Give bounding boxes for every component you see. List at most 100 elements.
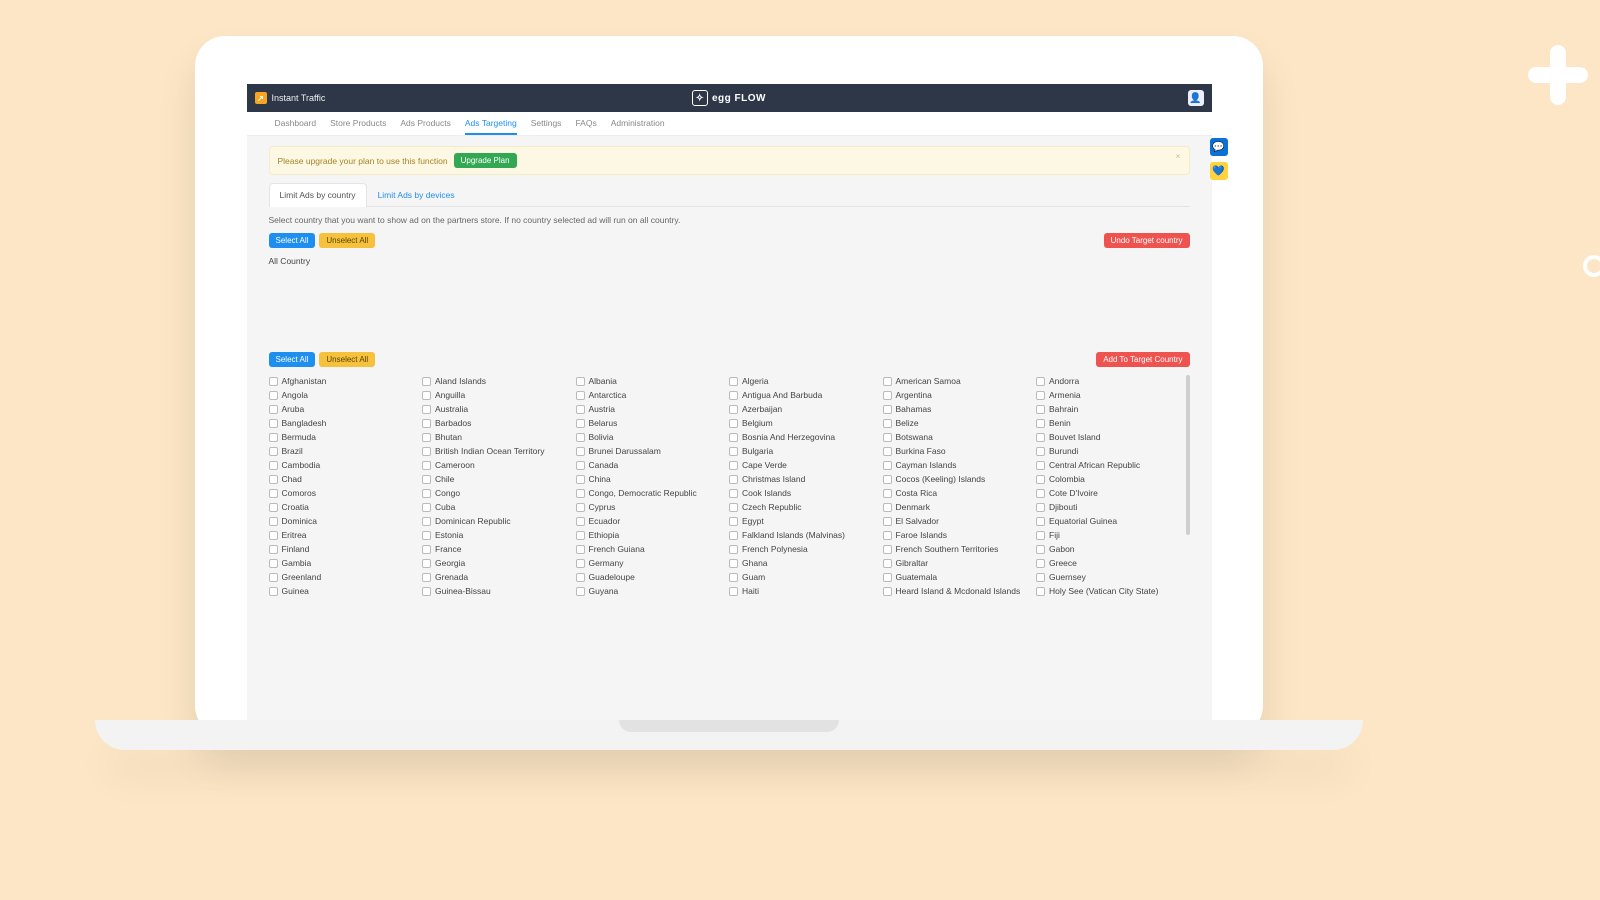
country-checkbox[interactable] xyxy=(269,573,278,582)
country-item[interactable]: Greece xyxy=(1036,557,1184,569)
country-checkbox[interactable] xyxy=(883,461,892,470)
country-item[interactable]: Argentina xyxy=(883,389,1031,401)
country-item[interactable]: Grenada xyxy=(422,571,570,583)
country-item[interactable]: Armenia xyxy=(1036,389,1184,401)
nav-administration[interactable]: Administration xyxy=(611,112,665,135)
country-item[interactable]: Holy See (Vatican City State) xyxy=(1036,585,1184,597)
country-item[interactable]: Barbados xyxy=(422,417,570,429)
country-item[interactable]: Albania xyxy=(576,375,724,387)
country-checkbox[interactable] xyxy=(269,503,278,512)
country-item[interactable]: Gambia xyxy=(269,557,417,569)
country-checkbox[interactable] xyxy=(269,447,278,456)
country-checkbox[interactable] xyxy=(1036,405,1045,414)
country-item[interactable]: France xyxy=(422,543,570,555)
country-checkbox[interactable] xyxy=(883,391,892,400)
scrollbar-thumb[interactable] xyxy=(1186,375,1190,535)
country-item[interactable]: Chad xyxy=(269,473,417,485)
country-item[interactable]: French Guiana xyxy=(576,543,724,555)
country-checkbox[interactable] xyxy=(422,573,431,582)
country-item[interactable]: Guinea xyxy=(269,585,417,597)
country-item[interactable]: Andorra xyxy=(1036,375,1184,387)
country-checkbox[interactable] xyxy=(883,517,892,526)
user-avatar[interactable]: 👤 xyxy=(1188,90,1204,106)
country-checkbox[interactable] xyxy=(883,559,892,568)
country-checkbox[interactable] xyxy=(1036,377,1045,386)
country-item[interactable]: Fiji xyxy=(1036,529,1184,541)
country-item[interactable]: Ecuador xyxy=(576,515,724,527)
country-item[interactable]: Central African Republic xyxy=(1036,459,1184,471)
country-item[interactable]: Belize xyxy=(883,417,1031,429)
country-checkbox[interactable] xyxy=(269,531,278,540)
country-item[interactable]: Burkina Faso xyxy=(883,445,1031,457)
country-item[interactable]: Cuba xyxy=(422,501,570,513)
country-item[interactable]: Bosnia And Herzegovina xyxy=(729,431,877,443)
country-checkbox[interactable] xyxy=(883,587,892,596)
country-item[interactable]: Bangladesh xyxy=(269,417,417,429)
country-item[interactable]: Gabon xyxy=(1036,543,1184,555)
country-item[interactable]: Brunei Darussalam xyxy=(576,445,724,457)
country-item[interactable]: Heard Island & Mcdonald Islands xyxy=(883,585,1031,597)
country-checkbox[interactable] xyxy=(729,573,738,582)
country-item[interactable]: Falkland Islands (Malvinas) xyxy=(729,529,877,541)
country-item[interactable]: Denmark xyxy=(883,501,1031,513)
country-checkbox[interactable] xyxy=(883,545,892,554)
select-all-button-top[interactable]: Select All xyxy=(269,233,316,248)
country-checkbox[interactable] xyxy=(1036,503,1045,512)
country-item[interactable]: Antarctica xyxy=(576,389,724,401)
country-checkbox[interactable] xyxy=(576,405,585,414)
country-item[interactable]: Algeria xyxy=(729,375,877,387)
tab-limit-by-country[interactable]: Limit Ads by country xyxy=(269,183,367,206)
country-checkbox[interactable] xyxy=(883,447,892,456)
country-checkbox[interactable] xyxy=(729,531,738,540)
nav-ads-targeting[interactable]: Ads Targeting xyxy=(465,112,517,135)
country-checkbox[interactable] xyxy=(1036,475,1045,484)
country-checkbox[interactable] xyxy=(422,405,431,414)
country-item[interactable]: Angola xyxy=(269,389,417,401)
country-checkbox[interactable] xyxy=(1036,559,1045,568)
country-item[interactable]: Dominica xyxy=(269,515,417,527)
country-item[interactable]: Dominican Republic xyxy=(422,515,570,527)
country-checkbox[interactable] xyxy=(269,587,278,596)
country-item[interactable]: Equatorial Guinea xyxy=(1036,515,1184,527)
country-checkbox[interactable] xyxy=(576,475,585,484)
country-item[interactable]: Burundi xyxy=(1036,445,1184,457)
country-checkbox[interactable] xyxy=(729,475,738,484)
country-item[interactable]: Cote D'Ivoire xyxy=(1036,487,1184,499)
country-item[interactable]: Bahrain xyxy=(1036,403,1184,415)
country-checkbox[interactable] xyxy=(269,545,278,554)
country-checkbox[interactable] xyxy=(422,433,431,442)
country-checkbox[interactable] xyxy=(883,531,892,540)
country-checkbox[interactable] xyxy=(883,433,892,442)
country-checkbox[interactable] xyxy=(1036,545,1045,554)
country-checkbox[interactable] xyxy=(422,447,431,456)
country-checkbox[interactable] xyxy=(269,517,278,526)
country-item[interactable]: Cambodia xyxy=(269,459,417,471)
country-item[interactable]: Haiti xyxy=(729,585,877,597)
country-item[interactable]: Brazil xyxy=(269,445,417,457)
country-checkbox[interactable] xyxy=(422,391,431,400)
country-item[interactable]: Estonia xyxy=(422,529,570,541)
country-item[interactable]: Christmas Island xyxy=(729,473,877,485)
country-item[interactable]: Costa Rica xyxy=(883,487,1031,499)
country-checkbox[interactable] xyxy=(1036,517,1045,526)
country-checkbox[interactable] xyxy=(269,377,278,386)
country-item[interactable]: Cape Verde xyxy=(729,459,877,471)
country-item[interactable]: El Salvador xyxy=(883,515,1031,527)
country-checkbox[interactable] xyxy=(729,503,738,512)
country-checkbox[interactable] xyxy=(729,517,738,526)
upgrade-plan-button[interactable]: Upgrade Plan xyxy=(454,153,517,168)
country-item[interactable]: Cameroon xyxy=(422,459,570,471)
country-checkbox[interactable] xyxy=(1036,489,1045,498)
country-item[interactable]: Greenland xyxy=(269,571,417,583)
nav-faqs[interactable]: FAQs xyxy=(575,112,596,135)
country-item[interactable]: British Indian Ocean Territory xyxy=(422,445,570,457)
country-checkbox[interactable] xyxy=(576,531,585,540)
country-checkbox[interactable] xyxy=(576,377,585,386)
country-item[interactable]: Antigua And Barbuda xyxy=(729,389,877,401)
country-checkbox[interactable] xyxy=(883,419,892,428)
country-checkbox[interactable] xyxy=(729,587,738,596)
country-checkbox[interactable] xyxy=(576,517,585,526)
country-item[interactable]: Cyprus xyxy=(576,501,724,513)
nav-store-products[interactable]: Store Products xyxy=(330,112,386,135)
nav-ads-products[interactable]: Ads Products xyxy=(400,112,451,135)
